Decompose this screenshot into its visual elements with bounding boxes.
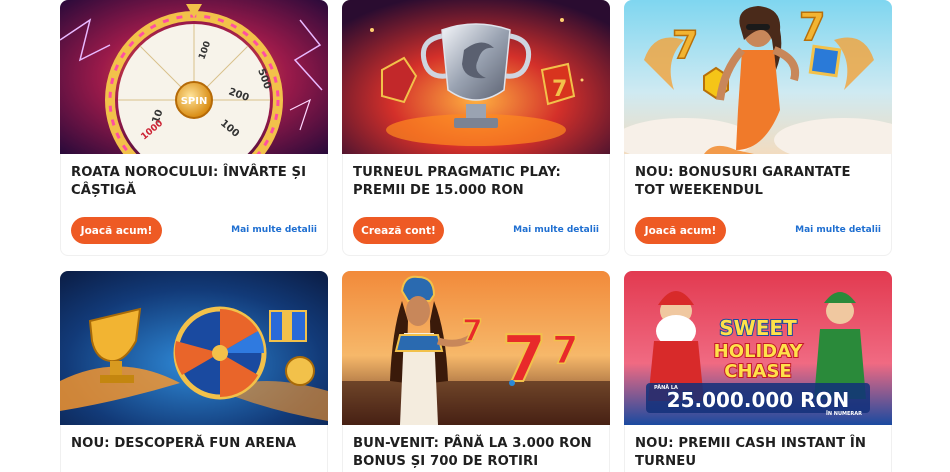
card-title: NOU: PREMII CASH INSTANT ÎN TURNEU [635,436,867,469]
promo-card: SWEET HOLIDAY CHASE PÂNĂ LA 25.000.000 R… [624,271,892,472]
svg-text:7: 7 [799,5,825,49]
cleopatra-sevens-image[interactable]: 7 7 7 [342,271,610,425]
promo-card: NOU: DESCOPERĂ FUN ARENA [60,271,328,472]
card-title: BUN-VENIT: PÂNĂ LA 3.000 RON BONUS ȘI 70… [353,436,592,469]
card-title: TURNEUL PRAGMATIC PLAY: PREMII DE 15.000… [353,165,561,198]
card-title: ROATA NOROCULUI: ÎNVÂRTE ȘI CÂȘTIGĂ [71,165,307,198]
play-now-button[interactable]: Joacă acum! [71,217,162,244]
promo-card: 7 7 7 BUN-VENIT: PÂNĂ LA 3.000 RON BONUS… [342,271,610,472]
svg-text:7: 7 [462,314,483,349]
banner-text: SWEET [719,316,797,340]
more-details-link[interactable]: Mai multe detalii [513,225,599,235]
banner-text: HOLIDAY [714,341,804,362]
svg-text:7: 7 [672,23,698,67]
promotions-grid: 500 10 200 100 1000 100 SPIN ROATA NOROC… [0,0,950,472]
promo-card: 7 TURNEUL PRAGMATIC PLAY: PREMII DE 15.0… [342,0,610,256]
banner-text: 25.000.000 RON [667,388,850,412]
play-now-button[interactable]: Joacă acum! [635,217,726,244]
more-details-link[interactable]: Mai multe detalii [231,225,317,235]
svg-text:7: 7 [502,323,547,397]
promo-card: 7 7 NOU: BONUSURI GARANTATE TOT WEEKENDU… [624,0,892,256]
more-details-link[interactable]: Mai multe detalii [795,225,881,235]
banner-text: ÎN NUMERAR [826,409,862,417]
promo-card: 500 10 200 100 1000 100 SPIN ROATA NOROC… [60,0,328,256]
woman-sevens-image[interactable]: 7 7 [624,0,892,154]
svg-text:7: 7 [552,328,578,372]
fortune-wheel-image[interactable]: 500 10 200 100 1000 100 SPIN [60,0,328,154]
create-account-button[interactable]: Crează cont! [353,217,444,244]
svg-text:7: 7 [552,77,567,102]
sweet-holiday-chase-image[interactable]: SWEET HOLIDAY CHASE PÂNĂ LA 25.000.000 R… [624,271,892,425]
trophy-image[interactable]: 7 [342,0,610,154]
card-title: NOU: DESCOPERĂ FUN ARENA [71,436,297,451]
svg-text:SPIN: SPIN [181,96,208,107]
fun-arena-image[interactable] [60,271,328,425]
card-title: NOU: BONUSURI GARANTATE TOT WEEKENDUL [635,165,851,198]
banner-text: CHASE [724,361,791,382]
